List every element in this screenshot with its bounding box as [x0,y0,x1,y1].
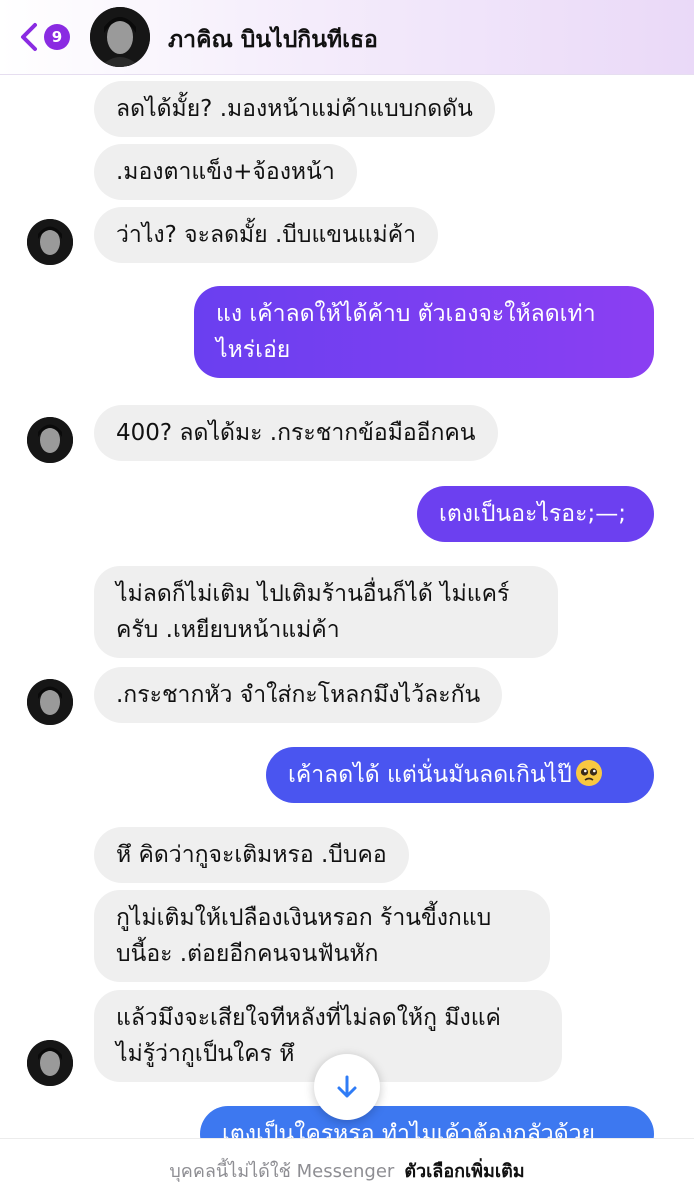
chevron-left-icon [21,23,37,51]
message-bubble-incoming[interactable]: .มองตาแข็ง+จ้องหน้า [94,144,357,200]
message-bubble-incoming[interactable]: ว่าไง? จะลดมั้ย .บีบแขนแม่ค้า [94,207,439,263]
message-line: แล้วมึงจะเสียใจทีหลังที่ไม่ลดให้กู มึงแค… [116,1005,501,1031]
back-button[interactable]: 9 [18,20,78,54]
sender-avatar[interactable] [27,219,73,265]
composer-notice-bar: บุคคลนี้ไม่ได้ใช้ Messenger ตัวเลือกเพิ่… [0,1138,694,1201]
message-line: ครับ .เหยียบหน้าแม่ค้า [116,617,340,643]
message-line: แง เค้าลดให้ได้ค้าบ ตัวเองจะให้ลดเท่า [216,301,596,327]
message-bubble-incoming[interactable]: กูไม่เติมให้เปลืองเงินหรอก ร้านขี้งกแบ บ… [94,890,550,982]
more-options-link[interactable]: ตัวเลือกเพิ่มเติม [404,1156,524,1185]
message-bubble-incoming[interactable]: ไม่ลดก็ไม่เติม ไปเติมร้านอื่นก็ได้ ไม่แค… [94,566,558,658]
message-bubble-outgoing[interactable]: เค้าลดได้ แต่นั่นมันลดเกินไป๊ [266,747,654,803]
message-bubble-incoming[interactable]: 400? ลดได้มะ .กระชากข้อมืออีกคน [94,405,498,461]
message-bubble-incoming[interactable]: หึ คิดว่ากูจะเติมหรอ .บีบคอ [94,827,409,883]
message-text: เค้าลดได้ แต่นั่นมันลดเกินไป๊ [288,762,572,788]
message-bubble-outgoing[interactable]: เตงเป็นอะไรอะ;—; [417,486,654,542]
sender-avatar[interactable] [27,417,73,463]
arrow-down-icon [337,1075,357,1098]
scroll-to-bottom-button[interactable] [314,1054,380,1120]
message-line: ไหร่เอ่ย [216,337,291,363]
not-on-messenger-notice: บุคคลนี้ไม่ได้ใช้ Messenger [169,1160,395,1182]
chat-header: 9 ภาคิณ บินไปกินทีเธอ [0,0,694,75]
message-line: กูไม่เติมให้เปลืองเงินหรอก ร้านขี้งกแบ [116,905,492,931]
pleading-face-icon [575,760,602,786]
unread-count-badge: 9 [44,24,70,50]
message-line: บนี้อะ .ต่อยอีกคนจนฟันหัก [116,941,379,967]
message-bubble-incoming[interactable]: .กระชากหัว จำใส่กะโหลกมึงไว้ละกัน [94,667,503,723]
contact-avatar[interactable] [90,7,150,67]
sender-avatar[interactable] [27,1040,73,1086]
contact-name[interactable]: ภาคิณ บินไปกินทีเธอ [168,22,378,58]
message-line: ไม่ลดก็ไม่เติม ไปเติมร้านอื่นก็ได้ ไม่แค… [116,581,510,607]
message-bubble-outgoing[interactable]: แง เค้าลดให้ได้ค้าบ ตัวเองจะให้ลดเท่า ไห… [194,286,654,378]
message-bubble-incoming[interactable]: ลดได้มั้ย? .มองหน้าแม่ค้าแบบกดดัน [94,81,495,137]
sender-avatar[interactable] [27,679,73,725]
